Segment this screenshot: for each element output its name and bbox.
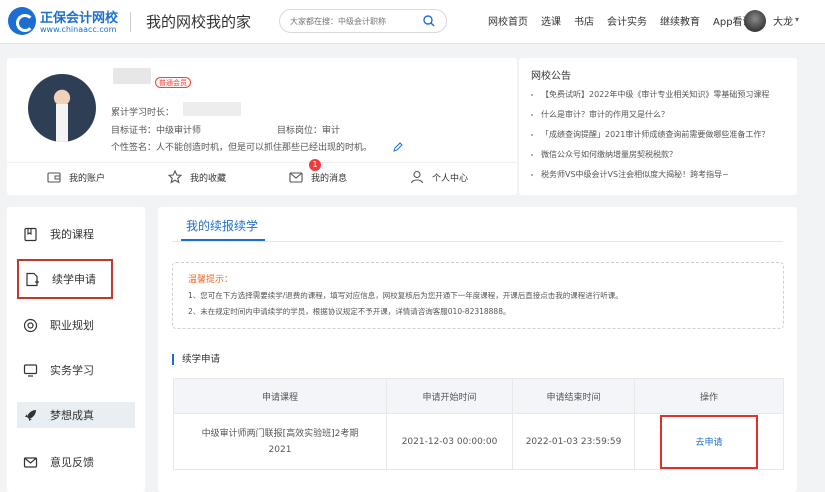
profile-avatar[interactable]: [28, 74, 96, 142]
my-favorites-link[interactable]: 我的收藏: [168, 168, 226, 186]
book-icon: [24, 227, 37, 241]
personal-center-label: 个人中心: [432, 173, 469, 184]
my-messages-label: 我的消息: [311, 173, 348, 184]
end-time-cell: 2022-01-03 23:59:59: [512, 413, 635, 470]
sidebar-item-label: 续学申请: [52, 273, 96, 286]
announcement-item[interactable]: 【免费试听】2022年中级《审计专业相关知识》零基础预习课程: [531, 89, 769, 109]
tips-title: 温馨提示：: [188, 275, 234, 285]
sidebar: 我的课程 续学申请 职业规划 实务学习 梦想成真 意见反馈: [7, 207, 145, 492]
target-job: 目标岗位：审计: [277, 123, 340, 136]
sidebar-item-dream[interactable]: 梦想成真: [17, 402, 135, 428]
logo-name: 正保会计网校: [40, 11, 119, 26]
sidebar-item-feedback[interactable]: 意见反馈: [17, 449, 135, 475]
study-hours-masked: [183, 102, 241, 116]
section-title: 续学申请: [172, 354, 220, 365]
star-icon: [168, 170, 182, 184]
table-header: 申请课程: [173, 378, 387, 414]
signature: 个性签名：人不能创造时机，但是可以抓住那些已经出现的时机。: [111, 140, 372, 153]
envelope-icon: [289, 172, 303, 183]
nav-bookstore[interactable]: 书店: [574, 13, 594, 28]
logo-url: www.chinaacc.com: [40, 25, 117, 34]
user-name[interactable]: 大龙: [773, 13, 793, 28]
target-cert: 目标证书：中级审计师: [111, 123, 201, 136]
sidebar-item-career[interactable]: 职业规划: [17, 312, 135, 338]
tips-box: 温馨提示： 1、您可在下方选择需要续学/退费的课程，填写对应信息，网校复核后为您…: [172, 262, 784, 329]
job-value: 审计: [322, 126, 341, 136]
start-time-cell: 2021-12-03 00:00:00: [386, 413, 513, 470]
chevron-down-icon[interactable]: ▾: [795, 15, 799, 24]
study-hours-label: 累计学习时长：: [111, 108, 175, 118]
sidebar-item-my-courses[interactable]: 我的课程: [17, 221, 135, 247]
my-messages-link[interactable]: 我的消息: [289, 168, 347, 186]
sidebar-item-practice[interactable]: 实务学习: [17, 357, 135, 383]
personal-center-link[interactable]: 个人中心: [410, 168, 468, 186]
announcements-title: 网校公告: [531, 71, 571, 82]
cert-value: 中级审计师: [156, 126, 202, 136]
nav-accounting[interactable]: 会计实务: [607, 13, 647, 28]
sidebar-item-label: 意见反馈: [50, 456, 94, 469]
monitor-icon: [23, 363, 38, 377]
table-header: 申请开始时间: [386, 378, 513, 414]
sidebar-item-label: 我的课程: [50, 228, 94, 241]
top-header: 正保会计网校 www.chinaacc.com 我的网校我的家 网校首页 选课 …: [0, 0, 825, 44]
main-content: 我的续报续学 温馨提示： 1、您可在下方选择需要续学/退费的课程，填写对应信息，…: [158, 207, 797, 492]
logo-mark-icon: [8, 7, 36, 35]
sidebar-item-renewal[interactable]: 续学申请: [17, 259, 113, 299]
course-name: 中级审计师两门联报[高效实验班]2考期: [201, 428, 359, 439]
tips-line: 1、您可在下方选择需要续学/退费的课程，填写对应信息，网校复核后为您开通下一年度…: [188, 291, 623, 300]
action-cell: 去申请: [634, 413, 784, 470]
apply-icon: [26, 272, 39, 286]
profile-card: 普通会员 累计学习时长： 目标证书：中级审计师 目标岗位：审计 个性签名：人不能…: [7, 58, 517, 195]
signature-label: 个性签名：: [111, 143, 157, 153]
search-box[interactable]: [279, 9, 447, 33]
profile-divider: [7, 162, 517, 163]
rocket-icon: [25, 409, 36, 421]
message-count-badge: 1: [309, 159, 321, 171]
nav-home[interactable]: 网校首页: [488, 13, 528, 28]
announcement-list: 【免费试听】2022年中级《审计专业相关知识》零基础预习课程 什么是审计？审计的…: [531, 89, 769, 189]
course-cell: 中级审计师两门联报[高效实验班]2考期 2021: [173, 413, 387, 470]
renewal-table: 申请课程 申请开始时间 申请结束时间 操作 中级审计师两门联报[高效实验班]2考…: [173, 378, 784, 470]
my-favorites-label: 我的收藏: [190, 173, 227, 184]
sidebar-item-label: 梦想成真: [50, 409, 94, 422]
cert-label: 目标证书：: [111, 126, 157, 136]
table-row: 中级审计师两门联报[高效实验班]2考期 2021 2021-12-03 00:0…: [173, 413, 784, 470]
announcement-item[interactable]: 「成绩查询提醒」2021审计师成绩查询前需要做哪些准备工作？: [531, 129, 769, 149]
edit-icon[interactable]: [393, 142, 403, 152]
announcement-item[interactable]: 微信公众号如何缴纳增量房契税税款？: [531, 149, 769, 169]
search-icon[interactable]: [423, 15, 435, 27]
tab-renewal[interactable]: 我的续报续学: [186, 217, 258, 234]
member-badge: 普通会员: [155, 77, 191, 88]
target-icon: [23, 318, 38, 332]
user-icon: [410, 170, 424, 184]
apply-button[interactable]: 去申请: [660, 414, 758, 469]
table-header-row: 申请课程 申请开始时间 申请结束时间 操作: [173, 378, 784, 414]
announcement-item[interactable]: 什么是审计？审计的作用又是什么？: [531, 109, 769, 129]
user-name-masked: [113, 68, 151, 84]
announcement-item[interactable]: 税务师VS中级会计VS注会相似度大揭秘！跨考指导~: [531, 169, 769, 189]
tips-line: 2、未在规定时间内申请续学的学员，根据协议规定不予开课，详情请咨询客服010-8…: [188, 307, 511, 316]
avatar[interactable]: [744, 10, 766, 32]
site-logo[interactable]: 正保会计网校 www.chinaacc.com: [8, 6, 120, 38]
wallet-icon: [47, 172, 61, 183]
my-account-link[interactable]: 我的账户: [47, 168, 105, 186]
mail-icon: [23, 456, 38, 468]
signature-value: 人不能创造时机，但是可以抓住那些已经出现的时机。: [156, 143, 373, 153]
header-divider: [130, 12, 131, 32]
tab-divider: [172, 241, 783, 242]
my-account-label: 我的账户: [69, 173, 106, 184]
search-input[interactable]: [290, 14, 410, 28]
nav-continuing-edu[interactable]: 继续教育: [660, 13, 700, 28]
sidebar-item-label: 实务学习: [50, 364, 94, 377]
nav-courses[interactable]: 选课: [541, 13, 561, 28]
course-name-cont: 2021: [268, 444, 292, 455]
sidebar-item-label: 职业规划: [50, 319, 94, 332]
site-slogan: 我的网校我的家: [146, 13, 252, 31]
table-header: 操作: [634, 378, 784, 414]
top-nav: 网校首页 选课 书店 会计实务 继续教育 App看课: [488, 13, 766, 28]
table-header: 申请结束时间: [512, 378, 635, 414]
announcements-panel: 网校公告 【免费试听】2022年中级《审计专业相关知识》零基础预习课程 什么是审…: [519, 58, 797, 195]
job-label: 目标岗位：: [277, 126, 323, 136]
